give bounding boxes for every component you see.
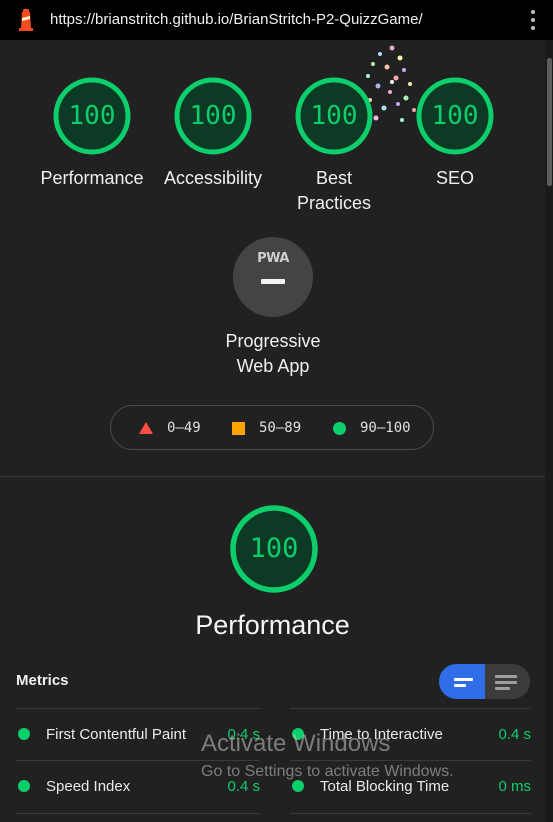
performance-gauge-large: 100	[228, 503, 320, 595]
gauge-label-performance: Performance	[40, 168, 144, 188]
metrics-view-toggle[interactable]	[439, 664, 530, 699]
metric-divider	[16, 760, 260, 761]
pwa-status-dash-icon	[261, 279, 285, 284]
compact-lines-icon	[454, 678, 473, 681]
legend-range: 90–100	[360, 420, 411, 436]
label-line: Web App	[236, 356, 310, 376]
activation-watermark-subtitle: Go to Settings to activate Windows.	[201, 763, 454, 780]
gauge-score: 100	[310, 101, 358, 131]
expanded-lines-icon[interactable]	[495, 675, 517, 678]
metric-name: First Contentful Paint	[46, 726, 187, 743]
metric-value: 0.4 s	[498, 726, 531, 743]
pwa-label: Progressive Web App	[203, 329, 343, 379]
score-legend: 0–49 50–89 90–100	[110, 405, 434, 450]
url-text[interactable]: https://brianstritch.github.io/BrianStri…	[50, 11, 423, 28]
metric-name: Speed Index	[46, 778, 131, 795]
gauge-performance[interactable]: 100	[51, 75, 133, 157]
activation-watermark-title: Activate Windows	[201, 730, 391, 757]
expanded-lines-icon-bar	[495, 681, 517, 684]
label-line: Best	[315, 168, 353, 188]
expanded-lines-icon-bar	[495, 687, 510, 690]
circle-icon	[333, 421, 346, 435]
gauge-score: 100	[68, 101, 116, 131]
pass-circle-icon	[18, 780, 30, 792]
pass-circle-icon	[18, 728, 30, 740]
gauge-label-accessibility: Accessibility	[163, 168, 263, 188]
metric-divider	[16, 708, 260, 709]
metric-divider	[290, 708, 531, 709]
gauge-score: 100	[189, 101, 237, 131]
legend-item-average: 50–89	[232, 420, 301, 436]
gauge-score: 100	[249, 533, 299, 564]
address-bar: https://brianstritch.github.io/BrianStri…	[0, 0, 553, 40]
lighthouse-icon	[19, 9, 33, 31]
legend-range: 0–49	[167, 420, 201, 436]
label-line: Progressive	[225, 331, 321, 351]
gauge-label-seo: SEO	[435, 168, 474, 188]
legend-range: 50–89	[259, 420, 302, 436]
performance-title: Performance	[195, 610, 350, 640]
legend-item-pass: 90–100	[333, 420, 411, 436]
triangle-icon	[139, 422, 153, 434]
pwa-badge[interactable]: PWA	[233, 237, 313, 317]
metric-divider	[290, 813, 531, 814]
kebab-menu-icon[interactable]	[530, 10, 536, 30]
scrollbar-thumb[interactable]	[547, 58, 552, 186]
legend-item-fail: 0–49	[139, 420, 201, 436]
toggle-compact-view[interactable]	[439, 664, 485, 699]
metric-divider	[290, 760, 531, 761]
gauge-best-practices[interactable]: 100	[293, 75, 375, 157]
section-divider	[0, 476, 545, 477]
metric-divider	[16, 813, 260, 814]
gauge-seo[interactable]: 100	[414, 75, 496, 157]
compact-lines-icon-bar	[454, 684, 466, 687]
label-line: Practices	[296, 193, 372, 213]
metric-value: 0 ms	[498, 778, 531, 795]
gauge-accessibility[interactable]: 100	[172, 75, 254, 157]
metrics-title: Metrics	[16, 672, 69, 689]
gauge-score: 100	[431, 101, 479, 131]
gauge-label-best-practices: Best Practices	[284, 166, 384, 216]
pass-circle-icon	[292, 780, 304, 792]
square-icon	[232, 421, 245, 435]
pwa-badge-text: PWA	[257, 251, 289, 266]
